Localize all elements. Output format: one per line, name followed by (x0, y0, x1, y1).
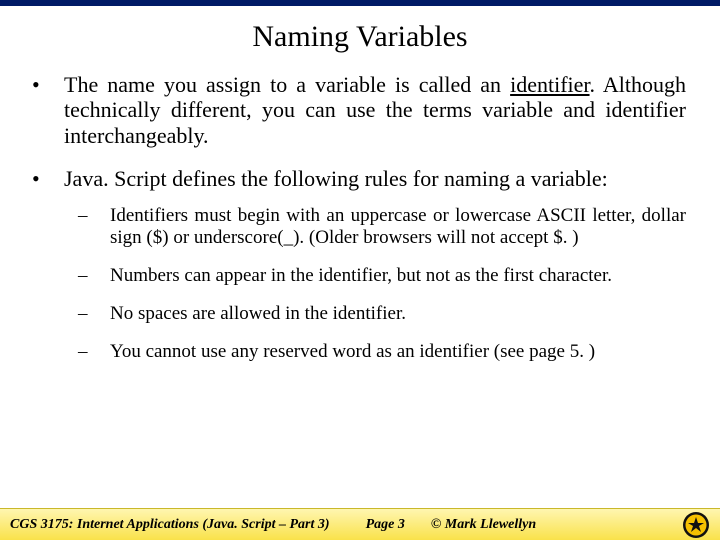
footer-page: Page 3 (366, 517, 405, 533)
sub-bullet-text: No spaces are allowed in the identifier. (110, 303, 686, 325)
bullet-list: The name you assign to a variable is cal… (24, 72, 686, 362)
sub-bullet-item: Numbers can appear in the identifier, bu… (64, 265, 686, 287)
sub-bullet-text: You cannot use any reserved word as an i… (110, 341, 686, 363)
bullet-item: Java. Script defines the following rules… (24, 166, 686, 363)
sub-bullet-text: Numbers can appear in the identifier, bu… (110, 265, 686, 287)
footer-copyright: © Mark Llewellyn (431, 517, 536, 533)
text-fragment: The name you assign to a variable is cal… (64, 72, 510, 97)
footer-bar: CGS 3175: Internet Applications (Java. S… (0, 508, 720, 540)
bullet-item: The name you assign to a variable is cal… (24, 72, 686, 148)
bullet-text: Java. Script defines the following rules… (64, 166, 686, 191)
slide-content: The name you assign to a variable is cal… (0, 72, 720, 362)
sub-bullet-text: Identifiers must begin with an uppercase… (110, 205, 686, 249)
bullet-text: The name you assign to a variable is cal… (64, 72, 686, 148)
sub-bullet-list: Identifiers must begin with an uppercase… (64, 205, 686, 362)
sub-bullet-item: Identifiers must begin with an uppercase… (64, 205, 686, 249)
slide: Naming Variables The name you assign to … (0, 0, 720, 540)
underlined-term: identifier (510, 72, 589, 97)
sub-bullet-item: No spaces are allowed in the identifier. (64, 303, 686, 325)
ucf-logo-icon (682, 511, 710, 539)
footer-course: CGS 3175: Internet Applications (Java. S… (10, 517, 330, 533)
slide-title: Naming Variables (0, 20, 720, 54)
sub-bullet-item: You cannot use any reserved word as an i… (64, 341, 686, 363)
